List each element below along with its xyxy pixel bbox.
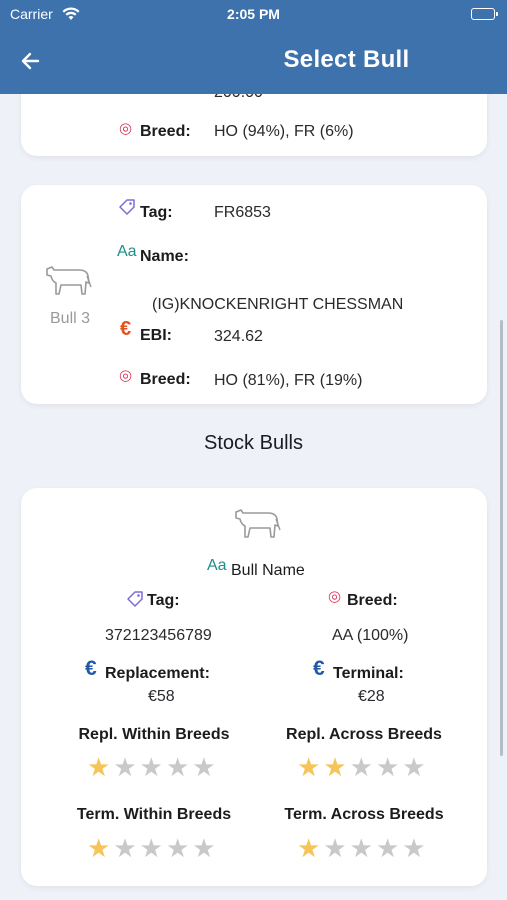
star-empty-icon: ★: [323, 833, 350, 863]
bull-card-previous[interactable]: 200.00 ◎ Breed: HO (94%), FR (6%): [21, 94, 487, 156]
ebi-value: 324.62: [214, 328, 263, 345]
star-empty-icon: ★: [139, 833, 166, 863]
bull-list[interactable]: 200.00 ◎ Breed: HO (94%), FR (6%) Bull 3…: [0, 94, 507, 900]
rating-label-repl-within: Repl. Within Breeds: [78, 726, 230, 743]
star-filled-icon: ★: [87, 833, 114, 863]
tag-label: Tag:: [147, 592, 180, 609]
star-empty-icon: ★: [139, 752, 166, 782]
text-aa-icon: Aa: [207, 557, 227, 574]
replacement-label: Replacement:: [105, 665, 210, 682]
star-rating-term-within: ★★★★★: [87, 833, 219, 864]
euro-icon: €: [313, 657, 325, 680]
rating-label-term-across: Term. Across Breeds: [284, 806, 444, 823]
star-rating-repl-within: ★★★★★: [87, 752, 219, 783]
bull-name: Bull Name: [231, 562, 305, 579]
breed-icon: ◎: [328, 588, 342, 605]
tag-label: Tag:: [140, 204, 173, 221]
euro-icon: €: [120, 318, 132, 340]
star-filled-icon: ★: [87, 752, 114, 782]
star-empty-icon: ★: [349, 752, 376, 782]
stock-bull-card[interactable]: Aa Bull Name Tag: 372123456789 ◎ Breed: …: [21, 488, 487, 886]
star-rating-term-across: ★★★★★: [297, 833, 429, 864]
ebi-label: EBI:: [140, 327, 172, 344]
star-rating-repl-across: ★★★★★: [297, 752, 429, 783]
breed-value: HO (81%), FR (19%): [214, 372, 363, 389]
bull-caption: Bull 3: [50, 310, 91, 327]
tag-icon: [117, 197, 137, 221]
terminal-value: €28: [358, 688, 385, 705]
bull-card-bull-3[interactable]: Bull 3 Tag: FR6853 Aa Name: (IG)KNOCKENR…: [21, 185, 487, 404]
section-title-stock-bulls: Stock Bulls: [204, 432, 303, 454]
star-filled-icon: ★: [297, 833, 324, 863]
star-filled-icon: ★: [297, 752, 324, 782]
star-filled-icon: ★: [323, 752, 350, 782]
replacement-value: €58: [148, 688, 175, 705]
breed-value: AA (100%): [332, 627, 409, 644]
breed-icon: ◎: [119, 120, 133, 137]
tag-value: FR6853: [214, 204, 271, 221]
battery-icon: [471, 8, 498, 20]
clipped-value: 200.00: [214, 94, 263, 102]
star-empty-icon: ★: [192, 833, 219, 863]
scrollbar[interactable]: [500, 320, 503, 756]
rating-label-term-within: Term. Within Breeds: [76, 806, 232, 823]
star-empty-icon: ★: [402, 833, 429, 863]
rating-label-repl-across: Repl. Across Breeds: [286, 726, 442, 743]
page-title: Select Bull: [283, 46, 410, 73]
nav-bar: Select Bull: [0, 28, 507, 94]
name-value: (IG)KNOCKENRIGHT CHESSMAN: [152, 296, 404, 313]
star-empty-icon: ★: [375, 833, 403, 863]
star-empty-icon: ★: [375, 752, 403, 782]
star-empty-icon: ★: [349, 833, 376, 863]
tag-icon: [125, 589, 145, 613]
breed-label: Breed:: [347, 592, 398, 609]
text-aa-icon: Aa: [117, 243, 137, 260]
star-empty-icon: ★: [113, 752, 140, 782]
breed-value: HO (94%), FR (6%): [214, 123, 354, 140]
cow-icon: [43, 261, 95, 302]
status-bar: Carrier 2:05 PM: [0, 0, 507, 28]
star-empty-icon: ★: [402, 752, 429, 782]
star-empty-icon: ★: [165, 833, 193, 863]
name-label: Name:: [140, 248, 189, 265]
cow-icon: [232, 504, 284, 545]
breed-label: Breed:: [140, 371, 191, 388]
breed-label: Breed:: [140, 123, 191, 140]
tag-value: 372123456789: [105, 627, 212, 644]
star-empty-icon: ★: [113, 833, 140, 863]
terminal-label: Terminal:: [333, 665, 404, 682]
breed-icon: ◎: [119, 367, 133, 384]
euro-icon: €: [85, 657, 97, 680]
star-empty-icon: ★: [192, 752, 219, 782]
star-empty-icon: ★: [165, 752, 193, 782]
clock: 2:05 PM: [227, 6, 280, 22]
